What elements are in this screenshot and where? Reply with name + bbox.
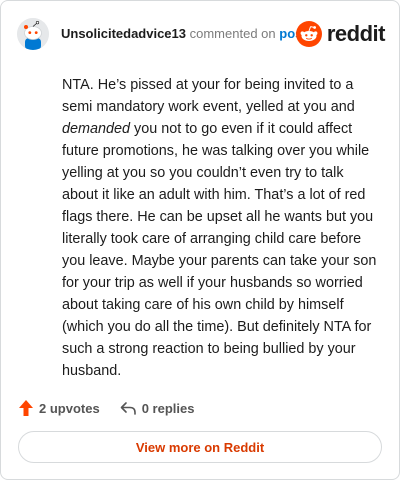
comment-body: NTA. He’s pissed at your for being invit…	[62, 74, 380, 382]
reply-arrow-icon	[120, 402, 136, 415]
upvote-arrow-icon	[19, 400, 33, 416]
replies-button[interactable]: 0 replies	[119, 400, 195, 416]
username-link[interactable]: Unsolicitedadvice13	[61, 26, 186, 41]
comment-body-part2: you not to go even if it could affect fu…	[62, 121, 377, 379]
reddit-comment-card: Unsolicitedadvice13 commented on post re…	[0, 0, 400, 480]
action-text: commented on	[189, 26, 276, 41]
reddit-wordmark: reddit	[326, 21, 386, 46]
avatar[interactable]	[17, 18, 49, 50]
comment-actions: 2 upvotes 0 replies	[18, 397, 194, 419]
reddit-logo-icon	[295, 21, 322, 47]
view-more-on-reddit-button[interactable]: View more on Reddit	[18, 431, 382, 463]
comment-body-part1: NTA. He’s pissed at your for being invit…	[62, 77, 355, 115]
replies-count: 0 replies	[141, 400, 195, 416]
upvotes-count: 2 upvotes	[39, 400, 100, 416]
reddit-brand[interactable]: reddit	[295, 17, 386, 51]
comment-body-emphasis: demanded	[62, 121, 131, 137]
upvote-button[interactable]: 2 upvotes	[18, 399, 100, 417]
snoo-avatar-icon	[17, 18, 49, 50]
comment-byline: Unsolicitedadvice13 commented on post	[61, 26, 307, 42]
